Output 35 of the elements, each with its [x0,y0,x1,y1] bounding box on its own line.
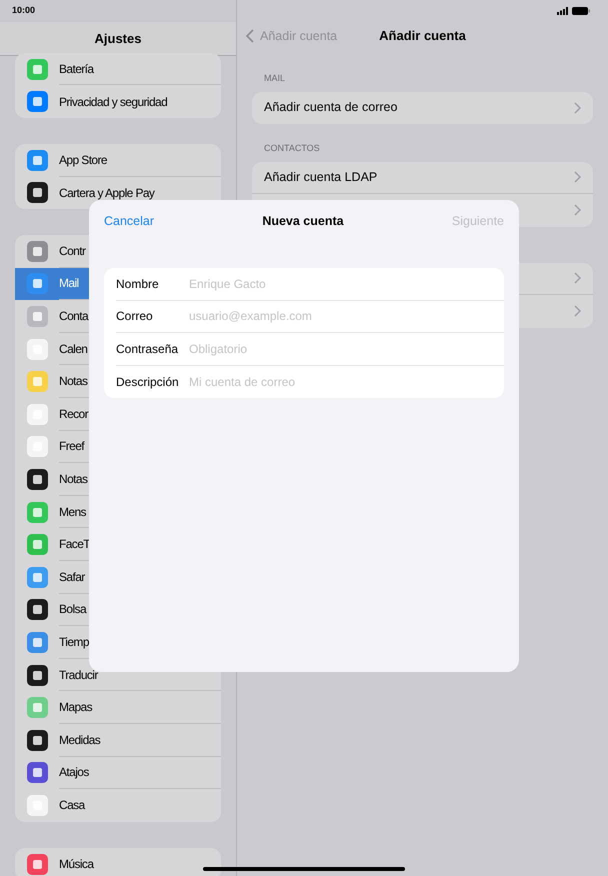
sidebar-label: App Store [59,152,107,169]
row-label: Añadir cuenta LDAP [264,168,378,186]
sidebar-label: Calen [59,340,88,358]
field-label: Contraseña [116,340,180,358]
sidebar-label: Bolsa [59,601,86,618]
sidebar-label: Batería [59,60,94,78]
section-header: CONTACTOS [263,142,321,155]
sidebar-label: Cartera y Apple Pay [59,184,154,202]
sidebar-label: Recor [59,406,88,423]
sidebar-label: Traducir [59,666,98,684]
field-label: Nombre [116,276,160,293]
sidebar-label: Tiemp [59,634,89,652]
status-time: 10:00 [12,4,36,18]
sidebar-label: Mens [59,504,86,521]
dialog-title: Nueva cuenta [262,212,344,230]
field-label: Descripción [116,374,180,391]
sidebar-label: Freef [59,438,84,456]
sidebar-label: Notas [59,471,88,488]
row-label: Añadir cuenta de correo [264,99,398,116]
sidebar-label: Música [59,856,94,874]
sidebar-label: Notas [59,373,88,390]
sidebar-label: Casa [59,797,85,814]
sidebar-label: Conta [59,308,88,326]
field-label: Correo [116,308,154,326]
sidebar-label: Medidas [59,732,100,749]
sidebar-label: Atajos [59,764,89,782]
section-header: MAIL [263,72,286,85]
sidebar-label: Safar [59,568,85,586]
sidebar-label: FaceT [59,536,90,554]
sidebar-label: Mapas [59,699,92,716]
page-title: Añadir cuenta [379,27,466,46]
sidebar-label: Mail [59,275,79,292]
sidebar-label: Contr [59,242,86,260]
sidebar-label: Privacidad y seguridad [59,94,168,111]
sidebar-title: Ajustes [94,30,142,48]
